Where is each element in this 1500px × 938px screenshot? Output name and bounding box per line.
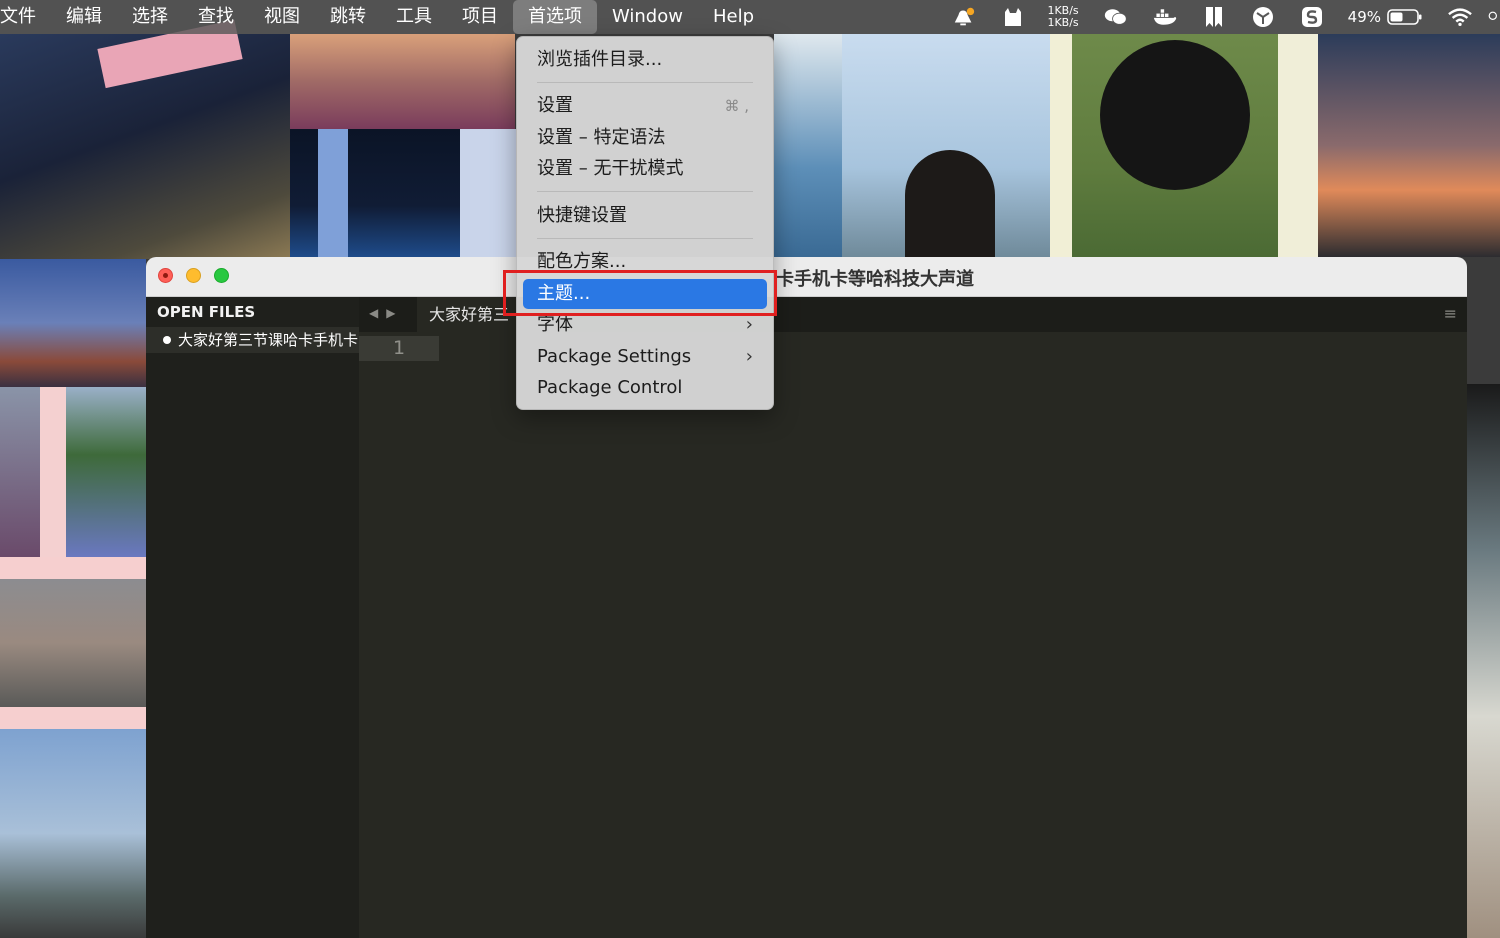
menu-item-settings[interactable]: 设置 ⌘ ,	[523, 91, 767, 121]
battery-icon[interactable]	[1387, 5, 1423, 29]
open-file-item[interactable]: 大家好第三节课哈卡手机卡	[146, 327, 359, 353]
menu-file[interactable]: 文件	[0, 0, 51, 34]
status-area: 1KB/s 1KB/s 49%	[927, 0, 1500, 34]
settings-shortcut: ⌘ ,	[724, 97, 749, 115]
menu-item-font-label: 字体	[537, 314, 573, 335]
menu-item-browse-packages[interactable]: 浏览插件目录...	[523, 45, 767, 75]
editor-window: 卡手机卡等哈科技大声道 OPEN FILES 大家好第三节课哈卡手机卡 ◀▶ 大…	[146, 257, 1467, 938]
wifi-icon[interactable]	[1448, 5, 1472, 29]
menu-item-settings-label: 设置	[537, 95, 573, 116]
menu-item-settings-distraction-free[interactable]: 设置 – 无干扰模式	[523, 154, 767, 184]
open-file-label: 大家好第三节课哈卡手机卡	[178, 331, 359, 349]
cat-app-icon[interactable]	[1001, 5, 1025, 29]
line-gutter: 1	[359, 332, 439, 938]
tab-prev-icon[interactable]: ◀	[369, 306, 386, 320]
menu-view[interactable]: 视图	[249, 0, 315, 34]
tab-nav-arrows[interactable]: ◀▶	[369, 306, 403, 320]
wechat-icon[interactable]	[1104, 5, 1128, 29]
bookmark-app-icon[interactable]	[1202, 5, 1226, 29]
menu-help[interactable]: Help	[698, 0, 769, 34]
notification-icon[interactable]	[952, 5, 976, 29]
menu-tools[interactable]: 工具	[381, 0, 447, 34]
menu-find[interactable]: 查找	[183, 0, 249, 34]
menu-separator	[537, 238, 753, 239]
tab-menu-icon[interactable]: ≡	[1444, 304, 1457, 323]
unsaved-dot-icon	[163, 336, 171, 344]
menu-separator	[537, 191, 753, 192]
tab-next-icon[interactable]: ▶	[386, 306, 403, 320]
net-down-speed: 1KB/s	[1047, 16, 1079, 29]
highlight-box	[503, 270, 777, 316]
menu-item-package-control[interactable]: Package Control	[523, 373, 767, 403]
preferences-menu: 浏览插件目录... 设置 ⌘ , 设置 – 特定语法 设置 – 无干扰模式 快捷…	[516, 36, 774, 410]
menu-separator	[537, 82, 753, 83]
network-speed: 1KB/s 1KB/s	[1047, 5, 1078, 29]
menu-edit[interactable]: 编辑	[51, 0, 117, 34]
window-title: 卡手机卡等哈科技大声道	[776, 269, 974, 290]
battery-percent: 49%	[1347, 8, 1381, 26]
menu-item-key-bindings[interactable]: 快捷键设置	[523, 201, 767, 231]
vpn-icon[interactable]	[1251, 5, 1275, 29]
menu-window[interactable]: Window	[597, 0, 698, 34]
search-icon[interactable]	[1488, 5, 1500, 29]
chevron-right-icon: ›	[745, 346, 753, 367]
sidebar: OPEN FILES 大家好第三节课哈卡手机卡	[146, 297, 359, 938]
menu-project[interactable]: 项目	[447, 0, 513, 34]
minimize-window-button[interactable]	[186, 268, 201, 283]
zoom-window-button[interactable]	[214, 268, 229, 283]
menu-bar: 文件 编辑 选择 查找 视图 跳转 工具 项目 首选项 Window Help …	[0, 0, 1500, 34]
menu-item-package-settings-label: Package Settings	[537, 346, 692, 367]
menu-item-settings-syntax[interactable]: 设置 – 特定语法	[523, 123, 767, 153]
code-editor-area[interactable]	[439, 332, 1467, 938]
open-files-header: OPEN FILES	[157, 303, 256, 321]
window-titlebar[interactable]: 卡手机卡等哈科技大声道	[146, 257, 1467, 297]
docker-icon[interactable]	[1153, 5, 1177, 29]
menu-selection[interactable]: 选择	[117, 0, 183, 34]
menu-goto[interactable]: 跳转	[315, 0, 381, 34]
line-number: 1	[359, 336, 439, 361]
menu-item-package-settings[interactable]: Package Settings ›	[523, 342, 767, 372]
sogou-icon[interactable]	[1300, 5, 1324, 29]
close-window-button[interactable]	[158, 268, 173, 283]
menu-preferences[interactable]: 首选项	[513, 0, 597, 34]
